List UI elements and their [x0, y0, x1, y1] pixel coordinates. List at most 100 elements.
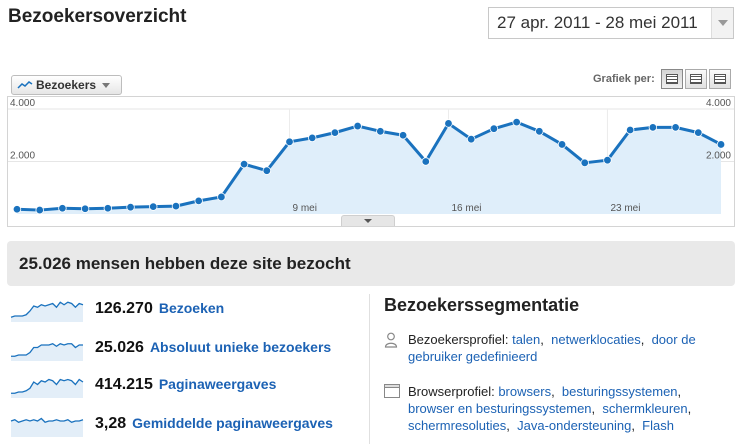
data-point[interactable]: [171, 201, 181, 211]
month-view-icon: [714, 74, 726, 84]
data-point[interactable]: [35, 205, 44, 215]
data-point[interactable]: [262, 166, 272, 175]
data-point[interactable]: [398, 131, 408, 140]
data-point[interactable]: [512, 117, 521, 127]
data-point[interactable]: [603, 155, 612, 165]
graph-week-button[interactable]: [685, 69, 707, 89]
segmentation-title: Bezoekerssegmentatie: [384, 295, 580, 315]
y-tick-label-left: 2.000: [10, 151, 35, 162]
data-point[interactable]: [217, 192, 226, 202]
series-area: [17, 122, 721, 214]
data-point[interactable]: [330, 128, 340, 137]
user-icon: [384, 332, 398, 348]
chevron-down-icon: [717, 20, 728, 26]
sparkline-line: [10, 417, 84, 423]
segment-link-screen-resolutions[interactable]: schermresoluties: [408, 418, 506, 433]
data-point[interactable]: [694, 128, 703, 137]
stat-link-avg-pageviews[interactable]: Gemiddelde paginaweergaves: [132, 415, 333, 431]
stat-visits: 126.270 Bezoeken: [95, 300, 224, 318]
sparkline: [11, 343, 83, 361]
data-point[interactable]: [103, 204, 113, 213]
x-tick-label: 16 mei: [451, 203, 481, 214]
chart-collapse-toggle[interactable]: [341, 215, 395, 226]
browser-profile-label: Browserprofiel:: [408, 384, 495, 399]
data-point[interactable]: [126, 202, 135, 212]
segment-link-java-support[interactable]: Java-ondersteuning: [517, 418, 631, 433]
stat-row-visits: 126.270 Bezoeken: [7, 296, 362, 326]
summary-text: 25.026 mensen hebben deze site bezocht: [19, 253, 351, 273]
visitor-profile-block: Bezoekersprofiel: talen, netwerklocaties…: [384, 331, 734, 365]
date-range-text: 27 apr. 2011 - 28 mei 2011: [497, 13, 698, 32]
stat-link-visits[interactable]: Bezoeken: [159, 300, 224, 316]
segment-link-languages[interactable]: talen: [512, 332, 540, 347]
data-point[interactable]: [12, 205, 22, 214]
data-point[interactable]: [353, 121, 362, 131]
sparkline: [10, 301, 84, 322]
stat-value: 414.215: [95, 376, 153, 393]
data-point[interactable]: [625, 125, 635, 135]
graph-by-label: Grafiek per:: [593, 73, 655, 85]
segment-link-browser-and-os[interactable]: browser en besturingssystemen: [408, 401, 592, 416]
day-view-icon: [666, 74, 678, 84]
data-point[interactable]: [716, 140, 726, 149]
segment-link-flash[interactable]: Flash: [642, 418, 674, 433]
stat-value: 3,28: [95, 415, 127, 432]
browser-profile-block: Browserprofiel: browsers, besturingssyst…: [384, 383, 734, 434]
metric-selector[interactable]: Bezoekers: [11, 75, 122, 95]
stat-pageviews: 414.215 Paginaweergaves: [95, 376, 276, 394]
stat-value: 25.026: [95, 339, 144, 356]
sparkline-area: [11, 379, 83, 398]
visitor-profile-label: Bezoekersprofiel:: [408, 332, 509, 347]
stat-value: 126.270: [95, 300, 153, 317]
data-point[interactable]: [557, 140, 567, 149]
data-point[interactable]: [421, 157, 430, 166]
segment-link-network-locations[interactable]: netwerklocaties: [551, 332, 641, 347]
graph-day-button[interactable]: [661, 69, 683, 89]
data-point[interactable]: [149, 202, 158, 211]
stat-row-pageviews: 414.215 Paginaweergaves: [7, 372, 362, 402]
chevron-down-icon: [102, 82, 111, 88]
data-point[interactable]: [376, 127, 385, 136]
sparkline: [11, 378, 84, 398]
data-point[interactable]: [194, 196, 203, 206]
data-point[interactable]: [671, 123, 680, 132]
x-tick-label: 9 mei: [293, 203, 317, 214]
stat-link-unique-visitors[interactable]: Absoluut unieke bezoekers: [150, 339, 331, 355]
stat-link-pageviews[interactable]: Paginaweergaves: [159, 376, 277, 392]
graph-granularity-buttons: [661, 69, 731, 89]
data-point[interactable]: [466, 134, 476, 144]
data-point[interactable]: [308, 133, 317, 143]
data-point[interactable]: [239, 159, 249, 169]
x-tick-label: 23 mei: [610, 203, 640, 214]
visitors-chart-svg: 4.000 2.000 4.000 2.000 9 mei 16 mei 23 mei: [8, 98, 734, 215]
segment-link-operating-systems[interactable]: besturingssystemen: [562, 384, 678, 399]
data-point[interactable]: [285, 137, 294, 147]
visitors-chart: 4.000 2.000 4.000 2.000 9 mei 16 mei 23 mei: [7, 96, 735, 227]
y-tick-label-left: 4.000: [10, 98, 35, 109]
stat-avg-pageviews: 3,28 Gemiddelde paginaweergaves: [95, 415, 333, 433]
y-tick-label-right: 2.000: [706, 151, 731, 162]
stat-unique-visitors: 25.026 Absoluut unieke bezoekers: [95, 339, 331, 357]
data-point[interactable]: [580, 158, 589, 168]
segment-link-screen-colors[interactable]: schermkleuren: [602, 401, 687, 416]
data-point[interactable]: [535, 127, 544, 136]
column-divider: [369, 294, 370, 444]
sparkline: [10, 417, 84, 437]
line-chart-icon: [17, 81, 33, 89]
summary-banner: 25.026 mensen hebben deze site bezocht: [7, 241, 735, 286]
segment-link-browsers[interactable]: browsers: [498, 384, 551, 399]
data-point[interactable]: [648, 123, 658, 132]
date-range-dropdown-button[interactable]: [711, 8, 733, 38]
data-point[interactable]: [444, 119, 453, 128]
data-point[interactable]: [80, 204, 90, 213]
data-point[interactable]: [58, 204, 67, 213]
browser-window-icon: [384, 384, 400, 398]
page-title: Bezoekersoverzicht: [8, 6, 187, 27]
sparkline-area: [11, 343, 83, 361]
week-view-icon: [690, 74, 702, 84]
data-point[interactable]: [489, 124, 499, 133]
date-range-picker[interactable]: 27 apr. 2011 - 28 mei 2011: [488, 7, 734, 39]
stat-row-unique-visitors: 25.026 Absoluut unieke bezoekers: [7, 335, 362, 365]
graph-month-button[interactable]: [709, 69, 731, 89]
y-tick-label-right: 4.000: [706, 98, 731, 109]
